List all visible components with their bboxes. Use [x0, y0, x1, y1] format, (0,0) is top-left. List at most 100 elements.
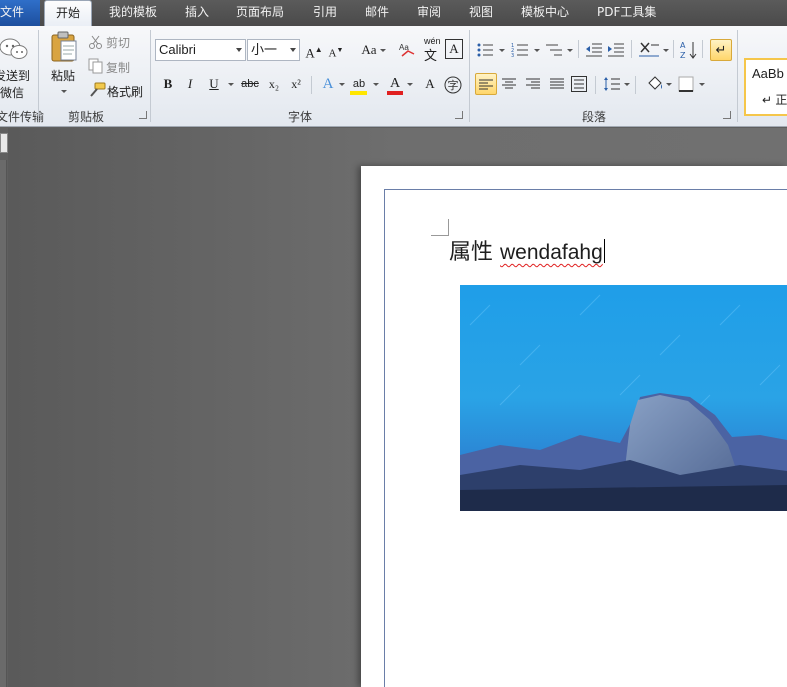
chinese-layout-caret[interactable]	[663, 49, 669, 52]
font-dialog-launcher[interactable]	[455, 111, 463, 119]
numbering-icon[interactable]: 123	[511, 42, 529, 58]
justify-icon[interactable]	[549, 77, 565, 91]
font-color-button[interactable]: A	[384, 73, 406, 95]
button-divider	[631, 40, 632, 58]
document-text-line[interactable]: 属性 wendafahg	[449, 238, 605, 268]
align-left-icon	[479, 79, 493, 90]
inserted-mountain-image[interactable]	[460, 285, 787, 511]
mountain-image	[460, 285, 787, 511]
tab-pdf-tools[interactable]: PDF工具集	[597, 0, 656, 26]
shrink-font-button[interactable]: A▼	[325, 39, 347, 61]
character-border-button[interactable]: A	[445, 39, 463, 59]
ribbon-tab-bar: 文件 开始 我的模板 插入 页面布局 引用 邮件 审阅 视图 模板中心 PDF工…	[0, 0, 787, 27]
strikethrough-button[interactable]: abc	[238, 73, 262, 95]
paragraph-mark-icon: ↵	[715, 43, 727, 58]
style-normal-tile[interactable]: AaBb ↵ 正	[744, 58, 787, 116]
line-spacing-caret[interactable]	[624, 83, 630, 86]
highlight-button[interactable]: ab	[348, 73, 370, 95]
clear-formatting-icon[interactable]: Aa	[398, 40, 418, 60]
tab-insert[interactable]: 插入	[185, 0, 209, 26]
strikethrough-icon: abc	[241, 78, 259, 90]
wechat-icon	[0, 38, 28, 59]
change-case-button[interactable]: Aa	[356, 39, 382, 61]
tab-file[interactable]: 文件	[0, 0, 40, 26]
ruler-toggle-button[interactable]	[0, 133, 8, 153]
grow-font-button[interactable]: A▲	[303, 39, 325, 61]
font-size-combobox[interactable]: 小一	[247, 39, 300, 61]
tab-my-templates[interactable]: 我的模板	[109, 0, 157, 26]
multilevel-list-icon[interactable]	[545, 42, 563, 58]
character-shading-button[interactable]: A	[419, 73, 441, 95]
line-spacing-icon[interactable]	[603, 76, 621, 92]
character-border-icon: A	[449, 41, 459, 56]
chinese-layout-icon[interactable]	[638, 40, 660, 58]
group-label-paragraph: 段落	[582, 110, 607, 124]
tab-view[interactable]: 视图	[469, 0, 493, 26]
tab-review[interactable]: 审阅	[417, 0, 441, 26]
button-divider	[673, 40, 674, 58]
bold-button[interactable]: B	[157, 73, 179, 95]
paragraph-dialog-launcher[interactable]	[723, 111, 731, 119]
multilevel-caret[interactable]	[567, 49, 573, 52]
document-text-cjk: 属性	[449, 240, 494, 265]
subscript-button[interactable]: x₂	[263, 73, 285, 95]
underline-button[interactable]: U	[203, 73, 225, 95]
svg-text:字: 字	[448, 78, 459, 92]
font-color-caret[interactable]	[407, 83, 413, 86]
font-name-value: Calibri	[159, 42, 196, 57]
wechat-label: 微信	[0, 86, 25, 100]
align-center-icon[interactable]	[501, 77, 517, 91]
shading-icon[interactable]	[645, 75, 665, 93]
cut-label: 剪切	[106, 36, 131, 50]
svg-text:3: 3	[511, 53, 514, 58]
numbering-caret[interactable]	[534, 49, 540, 52]
chevron-down-icon[interactable]	[290, 48, 296, 52]
borders-icon[interactable]	[678, 76, 694, 92]
group-divider	[469, 30, 470, 122]
italic-button[interactable]: I	[179, 73, 201, 95]
font-name-combobox[interactable]: Calibri	[155, 39, 246, 61]
underline-caret[interactable]	[228, 83, 234, 86]
font-size-value: 小一	[251, 42, 278, 57]
increase-indent-icon[interactable]	[607, 42, 625, 58]
align-right-icon[interactable]	[525, 77, 541, 91]
enclose-characters-icon[interactable]: 字	[443, 75, 463, 95]
bold-icon: B	[163, 76, 173, 91]
ribbon-home: 发送到 微信 文件传输 粘贴 剪切 复制 格式刷 剪贴板 Calibri 小一 …	[0, 26, 787, 127]
chevron-down-icon[interactable]	[236, 48, 242, 52]
button-divider	[702, 40, 703, 58]
shading-caret[interactable]	[666, 83, 672, 86]
phonetic-guide-icon: 文	[424, 49, 438, 64]
group-divider	[38, 30, 39, 122]
superscript-icon: x²	[291, 77, 301, 91]
tab-home[interactable]: 开始	[44, 0, 92, 27]
tab-template-center[interactable]: 模板中心	[521, 0, 569, 26]
vertical-ruler	[0, 160, 7, 687]
distributed-icon[interactable]	[571, 76, 587, 92]
highlight-color-swatch	[350, 91, 367, 95]
borders-caret[interactable]	[699, 83, 705, 86]
format-painter-icon	[90, 82, 106, 97]
show-paragraph-marks-button[interactable]: ↵	[710, 39, 732, 61]
group-divider	[737, 30, 738, 122]
decrease-indent-icon[interactable]	[585, 42, 603, 58]
bullets-caret[interactable]	[499, 49, 505, 52]
tab-mailings[interactable]: 邮件	[365, 0, 389, 26]
paste-label: 粘贴	[51, 69, 76, 83]
tab-references[interactable]: 引用	[313, 0, 337, 26]
svg-text:A: A	[680, 41, 686, 50]
sort-icon[interactable]: AZ	[680, 40, 698, 60]
format-painter-label: 格式刷	[107, 85, 144, 99]
bullets-icon[interactable]	[476, 42, 494, 58]
change-case-caret[interactable]	[380, 49, 386, 52]
font-color-swatch	[387, 91, 403, 95]
highlight-caret[interactable]	[373, 83, 379, 86]
text-effects-caret[interactable]	[339, 83, 345, 86]
clipboard-dialog-launcher[interactable]	[139, 111, 147, 119]
align-left-button[interactable]	[475, 73, 497, 95]
text-effects-button[interactable]: A	[317, 73, 339, 95]
tab-page-layout[interactable]: 页面布局	[236, 0, 284, 26]
group-label-font: 字体	[288, 110, 313, 124]
superscript-button[interactable]: x²	[285, 73, 307, 95]
change-case-icon: Aa	[361, 42, 377, 57]
